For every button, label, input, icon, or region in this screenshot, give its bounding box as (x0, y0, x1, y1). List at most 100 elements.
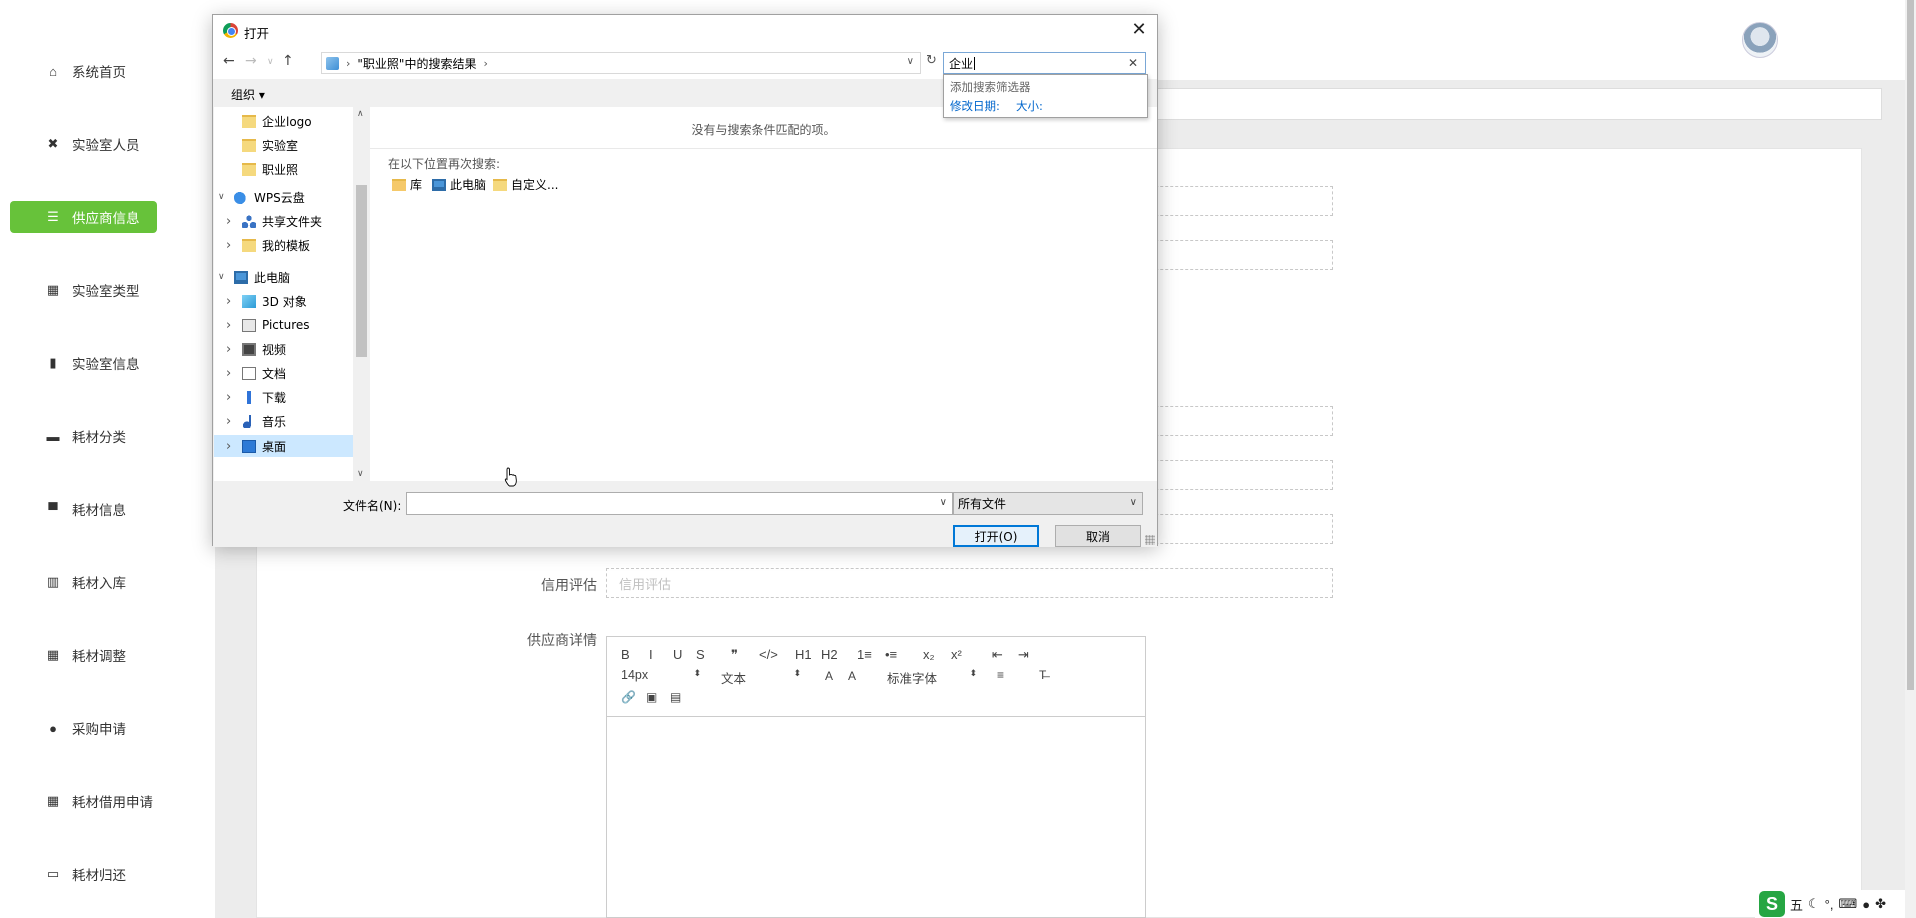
moon-icon[interactable]: ☾ (1808, 896, 1820, 912)
chevron-down-icon[interactable]: ∨ (907, 56, 914, 67)
chevron-right-icon[interactable]: › (226, 214, 231, 229)
filename-input[interactable]: ∨ (406, 492, 953, 515)
sidebar-item[interactable]: ▮ 实验室信息 (10, 347, 157, 379)
sidebar-item[interactable]: ☰ 供应商信息 (10, 201, 157, 233)
editor-toolbar-button[interactable]: S (696, 647, 705, 662)
tree-item[interactable]: › 视频 (214, 338, 353, 360)
chevron-right-icon[interactable]: › (226, 342, 231, 357)
tree-item[interactable]: › 文档 (214, 362, 353, 384)
scroll-up-icon[interactable]: ∧ (357, 109, 364, 119)
recent-dropdown-icon[interactable]: ∨ (267, 57, 274, 67)
filter-modified-date[interactable]: 修改日期: (950, 98, 1000, 114)
refresh-icon[interactable]: ↻ (926, 53, 937, 68)
chevron-right-icon[interactable]: › (226, 414, 231, 429)
sidebar-item[interactable]: ✖ 实验室人员 (10, 128, 157, 160)
credit-input[interactable]: 信用评估 (606, 568, 1333, 598)
editor-toolbar-button[interactable]: </> (759, 647, 778, 662)
chevron-down-icon[interactable]: ∨ (218, 192, 225, 202)
resize-grip[interactable] (1145, 535, 1155, 545)
address-bar[interactable]: › "职业照"中的搜索结果 › ∨ (321, 52, 921, 74)
chevron-right-icon[interactable]: › (226, 366, 231, 381)
font-size-select[interactable]: 14px ⬍ (621, 668, 701, 682)
chevron-down-icon[interactable]: ∨ (1130, 497, 1137, 508)
chevron-right-icon[interactable]: › (226, 390, 231, 405)
sidebar-item[interactable]: ⌂ 系统首页 (10, 55, 157, 87)
link-icon[interactable]: 🔗 (621, 690, 636, 704)
sogou-ime-icon[interactable]: S (1759, 891, 1785, 917)
chevron-right-icon[interactable]: › (226, 238, 231, 253)
user-icon[interactable]: ● (1862, 897, 1870, 912)
ime-mode[interactable]: 五 (1790, 895, 1803, 914)
search-location-computer[interactable]: 此电脑 (432, 176, 486, 193)
tree-item[interactable]: ∨ WPS云盘 (214, 186, 353, 208)
chevron-right-icon[interactable]: › (226, 439, 231, 454)
editor-toolbar-button[interactable]: B (621, 647, 630, 662)
image-icon[interactable]: ▣ (646, 690, 657, 704)
rich-text-editor[interactable]: B I U S ❞ </> H1 H2 1≡ •≡ x₂ x² ⇤ ⇥ 14px ⬍ 文本 ⬍ 标准字体 ⬍ A A ≡ T̶… (606, 636, 1146, 918)
chevron-right-icon[interactable]: › (226, 318, 231, 333)
filetype-select[interactable]: 所有文件 ∨ (953, 492, 1143, 515)
chevron-right-icon[interactable]: › (483, 57, 487, 70)
tree-scrollbar[interactable]: ∧ ∨ (353, 107, 370, 481)
tree-item[interactable]: › 下载 (214, 386, 353, 408)
search-location-library[interactable]: 库 (392, 176, 422, 193)
editor-toolbar-button[interactable]: ⇤ (992, 647, 1003, 663)
text-color-icon[interactable]: A (825, 669, 833, 683)
align-icon[interactable]: ≡ (997, 668, 1004, 682)
keyboard-icon[interactable]: ⌨ (1838, 896, 1857, 912)
tree-item[interactable]: 实验室 (214, 134, 353, 156)
chevron-right-icon[interactable]: › (226, 294, 231, 309)
page-scrollbar-thumb[interactable] (1907, 0, 1914, 690)
tree-item[interactable]: 企业logo (214, 110, 353, 132)
editor-toolbar-button[interactable]: H1 (795, 647, 812, 662)
font-family-select[interactable]: 标准字体 ⬍ (887, 668, 977, 687)
tree-item[interactable]: › 我的模板 (214, 234, 353, 256)
tree-item[interactable]: › 3D 对象 (214, 290, 353, 312)
clear-search-icon[interactable]: ✕ (1128, 56, 1138, 70)
editor-toolbar-button[interactable]: H2 (821, 647, 838, 662)
editor-toolbar-button[interactable]: U (673, 647, 682, 662)
tree-item[interactable]: 职业照 (214, 158, 353, 180)
back-arrow-icon[interactable]: ← (223, 53, 235, 69)
dialog-title-bar[interactable]: 打开 ✕ (213, 15, 1157, 45)
video-icon[interactable]: ▤ (670, 690, 681, 704)
sidebar-item[interactable]: ▦ 耗材调整 (10, 639, 157, 671)
bg-color-icon[interactable]: A (848, 669, 856, 683)
scroll-down-icon[interactable]: ∨ (357, 469, 364, 479)
close-icon[interactable]: ✕ (1129, 19, 1149, 40)
sidebar-item[interactable]: ▦ 实验室类型 (10, 274, 157, 306)
sidebar-item[interactable]: ▥ 耗材入库 (10, 566, 157, 598)
sidebar-item[interactable]: ● 采购申请 (10, 712, 157, 744)
cancel-button[interactable]: 取消 (1055, 525, 1141, 547)
tree-item[interactable]: ∨ 此电脑 (214, 266, 353, 288)
ime-punct[interactable]: °, (1825, 897, 1834, 912)
clear-format-icon[interactable]: T̶ (1039, 668, 1046, 682)
filter-size[interactable]: 大小: (1016, 98, 1043, 114)
ime-toolbar[interactable]: S 五 ☾ °, ⌨ ● ✤ (1755, 890, 1905, 918)
page-scrollbar[interactable] (1905, 0, 1916, 918)
chevron-right-icon[interactable]: › (346, 57, 350, 70)
search-input[interactable]: 企业 ✕ (943, 52, 1146, 74)
open-button[interactable]: 打开(O) (953, 525, 1039, 547)
editor-toolbar-button[interactable]: •≡ (885, 647, 897, 662)
forward-arrow-icon[interactable]: → (245, 53, 257, 69)
editor-toolbar-button[interactable]: x² (951, 647, 962, 662)
organize-button[interactable]: 组织 ▾ (231, 86, 265, 103)
sidebar-item[interactable]: ▭ 耗材归还 (10, 858, 157, 890)
sidebar-item[interactable]: ▦ 耗材借用申请 (10, 785, 157, 817)
tree-item[interactable]: › Pictures (214, 314, 353, 336)
editor-toolbar-button[interactable]: 1≡ (857, 647, 872, 662)
editor-toolbar-button[interactable]: ❞ (731, 647, 738, 663)
editor-toolbar-button[interactable]: x₂ (923, 647, 935, 662)
up-arrow-icon[interactable]: ↑ (282, 53, 294, 69)
tree-item[interactable]: › 桌面 (214, 435, 353, 457)
chevron-down-icon[interactable]: ∨ (940, 497, 947, 508)
apps-icon[interactable]: ✤ (1875, 896, 1886, 912)
user-avatar[interactable] (1742, 22, 1778, 58)
sidebar-item[interactable]: ▀ 耗材信息 (10, 493, 157, 525)
chevron-down-icon[interactable]: ∨ (218, 272, 225, 282)
tree-item[interactable]: › 音乐 (214, 410, 353, 432)
sidebar-item[interactable]: ▬ 耗材分类 (10, 420, 157, 452)
tree-scrollbar-thumb[interactable] (356, 185, 367, 357)
editor-toolbar-button[interactable]: I (649, 647, 653, 662)
